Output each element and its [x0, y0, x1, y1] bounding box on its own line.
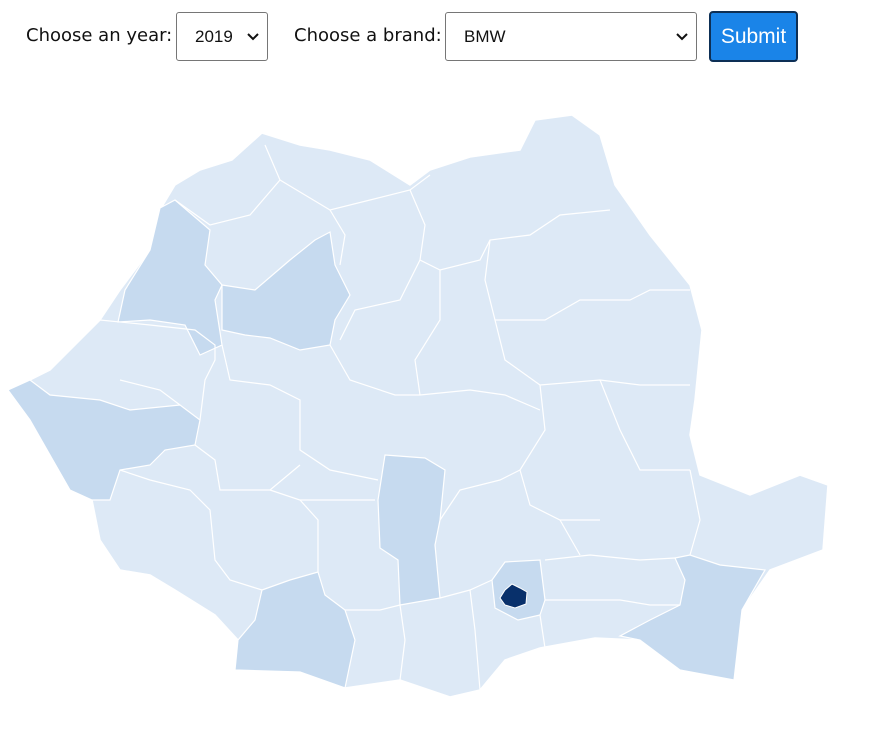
submit-button[interactable]: Submit — [709, 11, 798, 62]
romania-choropleth-map — [6, 114, 829, 698]
year-select-value: 2019 — [195, 26, 233, 46]
chevron-down-icon — [239, 32, 267, 41]
chevron-down-icon — [668, 32, 696, 41]
filter-form: Choose an year: 2019 Choose a brand: BMW… — [0, 0, 870, 70]
brand-select[interactable]: BMW — [445, 12, 697, 61]
year-label: Choose an year: — [26, 25, 173, 46]
year-select[interactable]: 2019 — [176, 12, 268, 61]
brand-label: Choose a brand: — [294, 25, 442, 46]
brand-select-value: BMW — [464, 26, 506, 46]
